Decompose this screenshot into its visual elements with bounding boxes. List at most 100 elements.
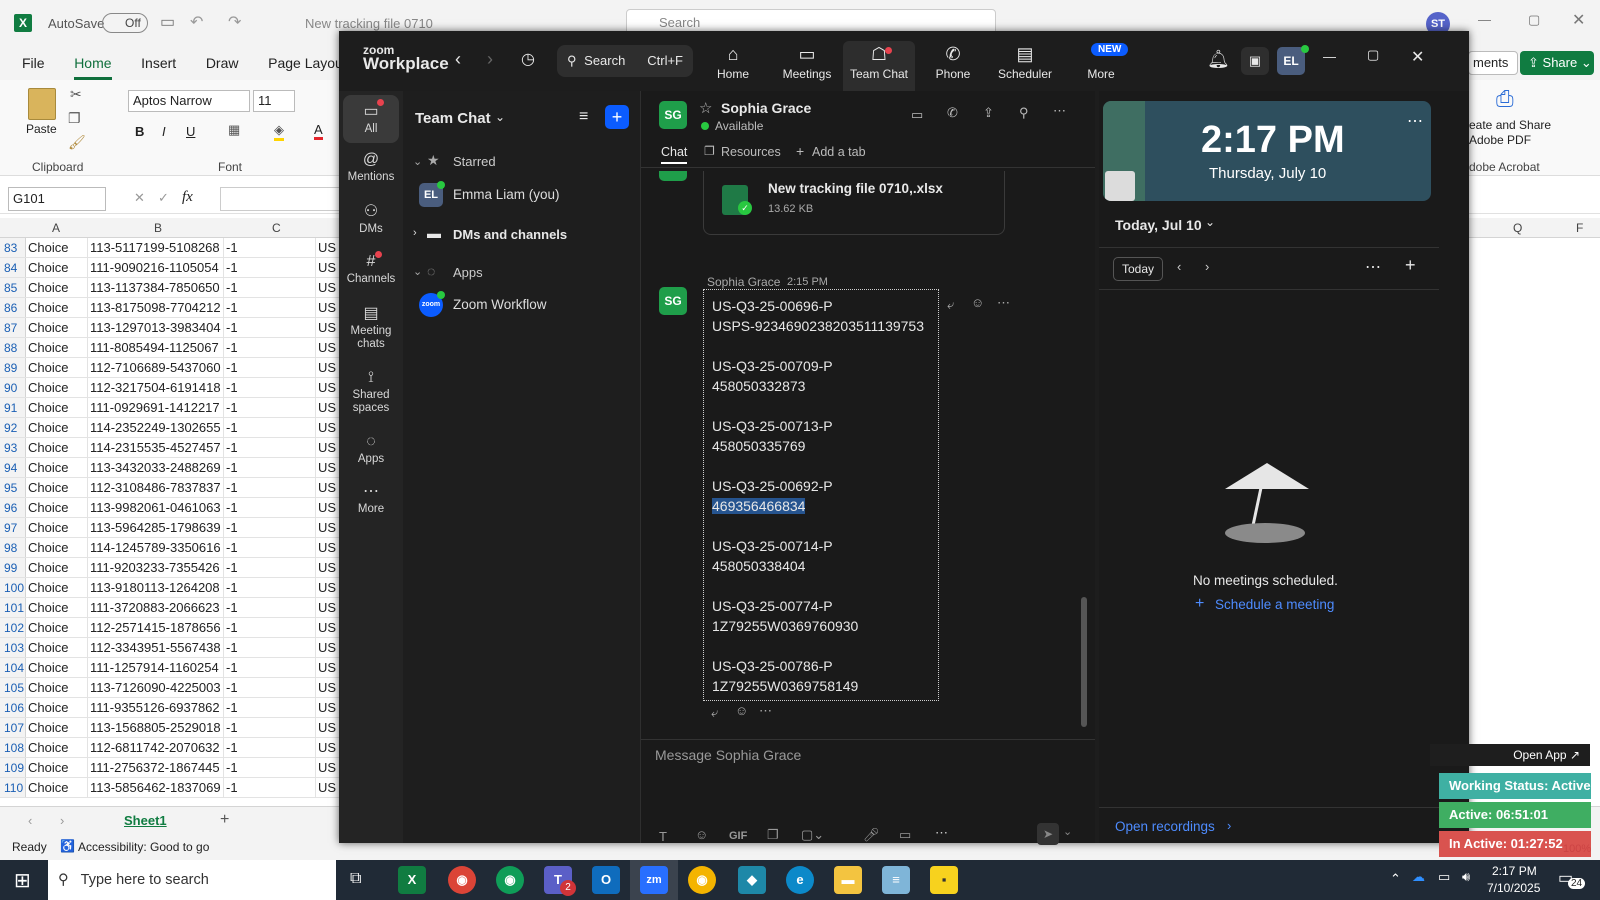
tab-add[interactable]: Add a tab — [812, 145, 866, 159]
row-number[interactable]: 107 — [0, 718, 26, 737]
doc-title[interactable]: New tracking file 0710 — [305, 16, 433, 31]
cell-d[interactable]: US — [316, 318, 340, 337]
row-number[interactable]: 109 — [0, 758, 26, 777]
adobe-pdf-icon[interactable]: ⎙ — [1496, 86, 1514, 112]
row-number[interactable]: 108 — [0, 738, 26, 757]
table-row[interactable]: 83 Choice 113-5117199-5108268 -1 US — [0, 238, 340, 258]
cell-d[interactable]: US — [316, 698, 340, 717]
cell-a[interactable]: Choice — [26, 398, 88, 417]
table-row[interactable]: 87 Choice 113-1297013-3983404 -1 US — [0, 318, 340, 338]
cancel-formula-icon[interactable]: ✕ — [134, 190, 145, 206]
cell-b[interactable]: 111-2756372-1867445 — [88, 758, 224, 777]
row-number[interactable]: 110 — [0, 778, 26, 797]
cell-a[interactable]: Choice — [26, 778, 88, 797]
col-header-c[interactable]: C — [272, 218, 281, 238]
open-app-button[interactable]: Open App ↗ — [1430, 744, 1590, 766]
taskbar-chrome-3-icon[interactable]: ◉ — [688, 866, 716, 894]
cell-b[interactable]: 112-7106689-5437060 — [88, 358, 224, 377]
cell-a[interactable]: Choice — [26, 418, 88, 437]
zoom-maximize-icon[interactable]: ▢ — [1367, 47, 1379, 63]
new-chat-button[interactable]: + — [605, 105, 629, 129]
cell-b[interactable]: 113-7126090-4225003 — [88, 678, 224, 697]
font-color-icon[interactable]: A — [314, 122, 323, 140]
cell-a[interactable]: Choice — [26, 678, 88, 697]
taskbar-chrome-2-icon[interactable]: ◉ — [496, 866, 524, 894]
send-options-icon[interactable]: ⌄ — [1063, 825, 1072, 838]
chevron-down-icon[interactable]: ⌄ — [495, 110, 505, 124]
cell-d[interactable]: US — [316, 298, 340, 317]
table-row[interactable]: 91 Choice 111-0929691-1412217 -1 US — [0, 398, 340, 418]
cell-b[interactable]: 112-3217504-6191418 — [88, 378, 224, 397]
cell-d[interactable]: US — [316, 658, 340, 677]
underline-button[interactable]: U — [186, 124, 195, 139]
today-header[interactable]: Today, Jul 10 — [1115, 217, 1202, 233]
chat-contact-name[interactable]: Sophia Grace — [721, 100, 811, 116]
italic-button[interactable]: I — [162, 124, 166, 139]
cell-c[interactable]: -1 — [224, 478, 316, 497]
cell-a[interactable]: Choice — [26, 538, 88, 557]
cell-d[interactable]: US — [316, 758, 340, 777]
rail-meeting-chats[interactable]: ▤ Meeting chats — [343, 303, 399, 351]
cell-a[interactable]: Choice — [26, 458, 88, 477]
today-button[interactable]: Today — [1113, 257, 1163, 281]
sheet-tab[interactable]: Sheet1 — [124, 813, 167, 828]
text-format-icon[interactable]: T — [659, 829, 667, 844]
file-upload-icon[interactable]: ❐ — [767, 827, 779, 843]
thread-more-icon[interactable]: ⋯ — [759, 703, 772, 719]
cell-d[interactable]: US — [316, 638, 340, 657]
row-number[interactable]: 86 — [0, 298, 26, 317]
table-row[interactable]: 90 Choice 112-3217504-6191418 -1 US — [0, 378, 340, 398]
cell-a[interactable]: Choice — [26, 318, 88, 337]
cell-b[interactable]: 113-9180113-1264208 — [88, 578, 224, 597]
taskbar-notepad-icon[interactable]: ≡ — [882, 866, 910, 894]
send-button[interactable]: ➤ — [1037, 823, 1059, 845]
screenshot-icon[interactable]: ▢⌄ — [801, 827, 824, 843]
screen-share-icon[interactable]: ⇪ — [983, 105, 994, 121]
cell-b[interactable]: 113-1568805-2529018 — [88, 718, 224, 737]
row-number[interactable]: 83 — [0, 238, 26, 257]
taskbar-app-icon[interactable]: ◆ — [738, 866, 766, 894]
file-attachment-card[interactable]: ✓ New tracking file 0710,.xlsx 13.62 KB — [703, 171, 1005, 235]
cell-d[interactable]: US — [316, 278, 340, 297]
cell-a[interactable]: Choice — [26, 738, 88, 757]
redo-icon[interactable]: ↷ — [228, 12, 241, 32]
cell-b[interactable]: 113-1297013-3983404 — [88, 318, 224, 337]
cell-b[interactable]: 112-3108486-7837837 — [88, 478, 224, 497]
row-number[interactable]: 98 — [0, 538, 26, 557]
video-message-icon[interactable]: ▭ — [899, 827, 911, 843]
add-sheet-icon[interactable]: + — [220, 811, 229, 829]
table-row[interactable]: 89 Choice 112-7106689-5437060 -1 US — [0, 358, 340, 378]
row-number[interactable]: 96 — [0, 498, 26, 517]
tray-chevron-icon[interactable]: ⌃ — [1390, 871, 1401, 887]
cell-c[interactable]: -1 — [224, 278, 316, 297]
message-text[interactable]: US-Q3-25-00696-P USPS-9234690238203511139… — [712, 296, 930, 696]
cell-d[interactable]: US — [316, 338, 340, 357]
table-row[interactable]: 96 Choice 113-9982061-0461063 -1 US — [0, 498, 340, 518]
row-number[interactable]: 94 — [0, 458, 26, 477]
cell-d[interactable]: US — [316, 398, 340, 417]
table-row[interactable]: 88 Choice 111-8085494-1125067 -1 US — [0, 338, 340, 358]
table-row[interactable]: 94 Choice 113-3432033-2488269 -1 US — [0, 458, 340, 478]
nav-meetings[interactable]: ▭ Meetings — [771, 41, 843, 91]
chat-more-icon[interactable]: ⋯ — [1053, 103, 1066, 119]
cut-icon[interactable]: ✂ — [70, 86, 82, 103]
cell-d[interactable]: US — [316, 598, 340, 617]
cell-c[interactable]: -1 — [224, 558, 316, 577]
cell-b[interactable]: 113-8175098-7704212 — [88, 298, 224, 317]
table-row[interactable]: 109 Choice 111-2756372-1867445 -1 US — [0, 758, 340, 778]
microphone-icon[interactable]: 🎤︎ — [863, 827, 880, 843]
excel-close-icon[interactable]: ✕ — [1572, 10, 1585, 30]
cell-a[interactable]: Choice — [26, 338, 88, 357]
cell-b[interactable]: 112-3343951-5567438 — [88, 638, 224, 657]
menu-draw[interactable]: Draw — [206, 46, 239, 80]
nav-home[interactable]: ⌂ Home — [697, 41, 769, 91]
row-number[interactable]: 95 — [0, 478, 26, 497]
row-number[interactable]: 87 — [0, 318, 26, 337]
table-row[interactable]: 84 Choice 111-9090216-1105054 -1 US — [0, 258, 340, 278]
cell-a[interactable]: Choice — [26, 598, 88, 617]
comments-button[interactable]: ments — [1468, 51, 1518, 75]
undo-icon[interactable]: ↶ — [190, 12, 203, 32]
table-row[interactable]: 108 Choice 112-6811742-2070632 -1 US — [0, 738, 340, 758]
cell-c[interactable]: -1 — [224, 318, 316, 337]
row-number[interactable]: 84 — [0, 258, 26, 277]
